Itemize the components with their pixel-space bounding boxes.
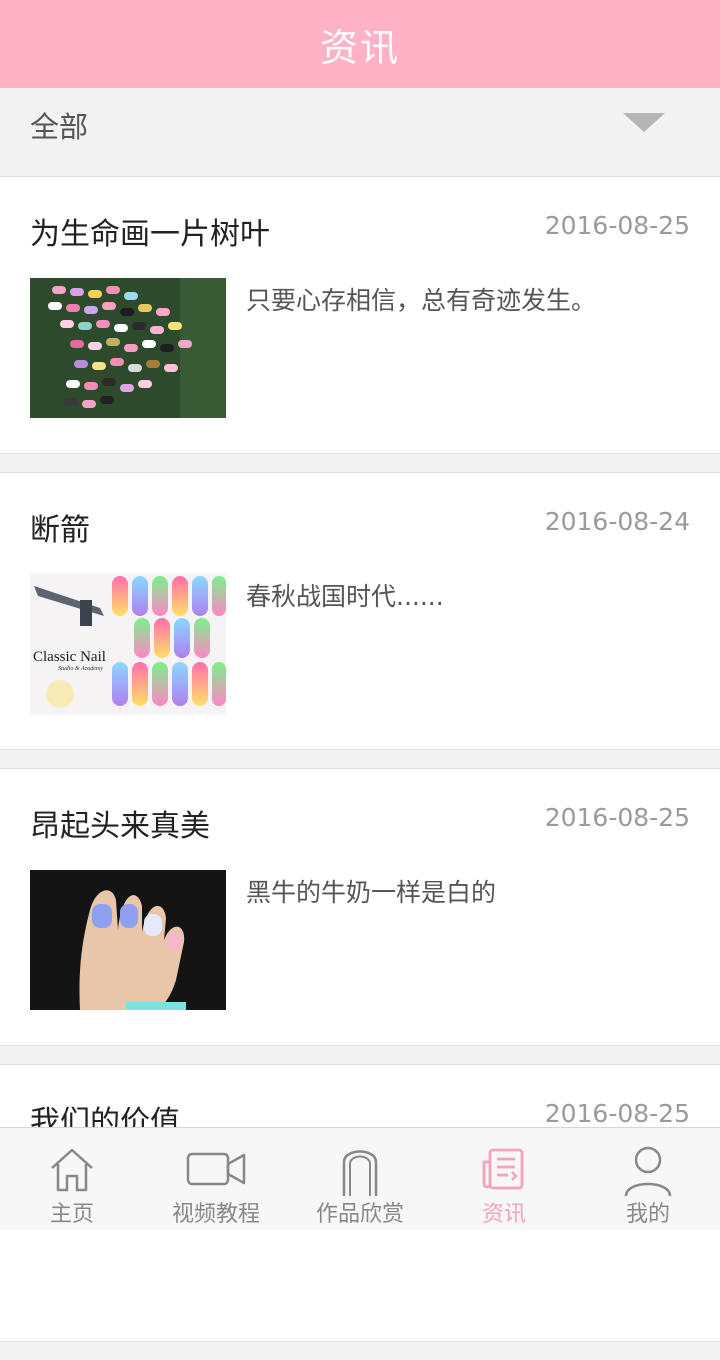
news-title: 为生命画一片树叶 <box>30 217 270 252</box>
news-title: 昂起头来真美 <box>30 809 210 844</box>
news-summary: 春秋战国时代...... <box>246 582 444 611</box>
tab-label: 视频教程 <box>171 1202 260 1227</box>
tab-label: 资讯 <box>481 1202 526 1227</box>
news-item[interactable]: 昂起头来真美 2016-08-25 黑牛的牛奶一样是白的 <box>0 768 720 1046</box>
tab-works-gallery[interactable]: 作品欣赏 <box>288 1128 432 1230</box>
category-filter-label: 全部 <box>30 110 89 144</box>
news-thumbnail[interactable]: Classic Nail Studio & Academy <box>30 574 226 714</box>
tab-label: 作品欣赏 <box>315 1202 404 1227</box>
tab-video-tutorials[interactable]: 视频教程 <box>144 1128 288 1230</box>
thumbnail-brand-subtext: Studio & Academy <box>58 666 103 672</box>
tab-profile[interactable]: 我的 <box>576 1128 720 1230</box>
thumbnail-brand-text: Classic Nail <box>33 649 106 665</box>
news-title: 断箭 <box>30 513 90 548</box>
home-icon <box>51 1148 93 1192</box>
tab-home[interactable]: 主页 <box>0 1128 144 1230</box>
news-thumbnail[interactable] <box>30 278 226 418</box>
news-item[interactable]: 为生命画一片树叶 2016-08-25 只要心存相信，总有奇迹发生。 <box>0 176 720 454</box>
app-header: 资讯 <box>0 0 720 88</box>
tab-label: 我的 <box>625 1202 670 1227</box>
category-filter-dropdown[interactable]: 全部 <box>0 88 720 158</box>
user-icon <box>624 1146 672 1197</box>
tab-news[interactable]: 资讯 <box>432 1128 576 1230</box>
news-date: 2016-08-25 <box>544 803 690 832</box>
news-date: 2016-08-25 <box>544 211 690 240</box>
video-camera-icon <box>186 1152 246 1186</box>
bottom-tab-bar: 主页 视频教程 作品欣赏 资讯 我的 <box>0 1127 720 1230</box>
newspaper-icon <box>482 1148 524 1190</box>
nail-icon <box>342 1150 378 1196</box>
news-item[interactable]: 断箭 2016-08-24 Classic Nail Studio & Acad… <box>0 472 720 750</box>
news-summary: 只要心存相信，总有奇迹发生。 <box>246 286 597 315</box>
news-summary: 黑牛的牛奶一样是白的 <box>246 878 497 907</box>
news-thumbnail[interactable] <box>30 870 226 1010</box>
page-title: 资讯 <box>319 25 400 70</box>
chevron-down-icon[interactable] <box>623 113 665 132</box>
tab-label: 主页 <box>49 1202 94 1227</box>
news-date: 2016-08-24 <box>544 507 690 536</box>
news-date: 2016-08-25 <box>544 1099 690 1128</box>
